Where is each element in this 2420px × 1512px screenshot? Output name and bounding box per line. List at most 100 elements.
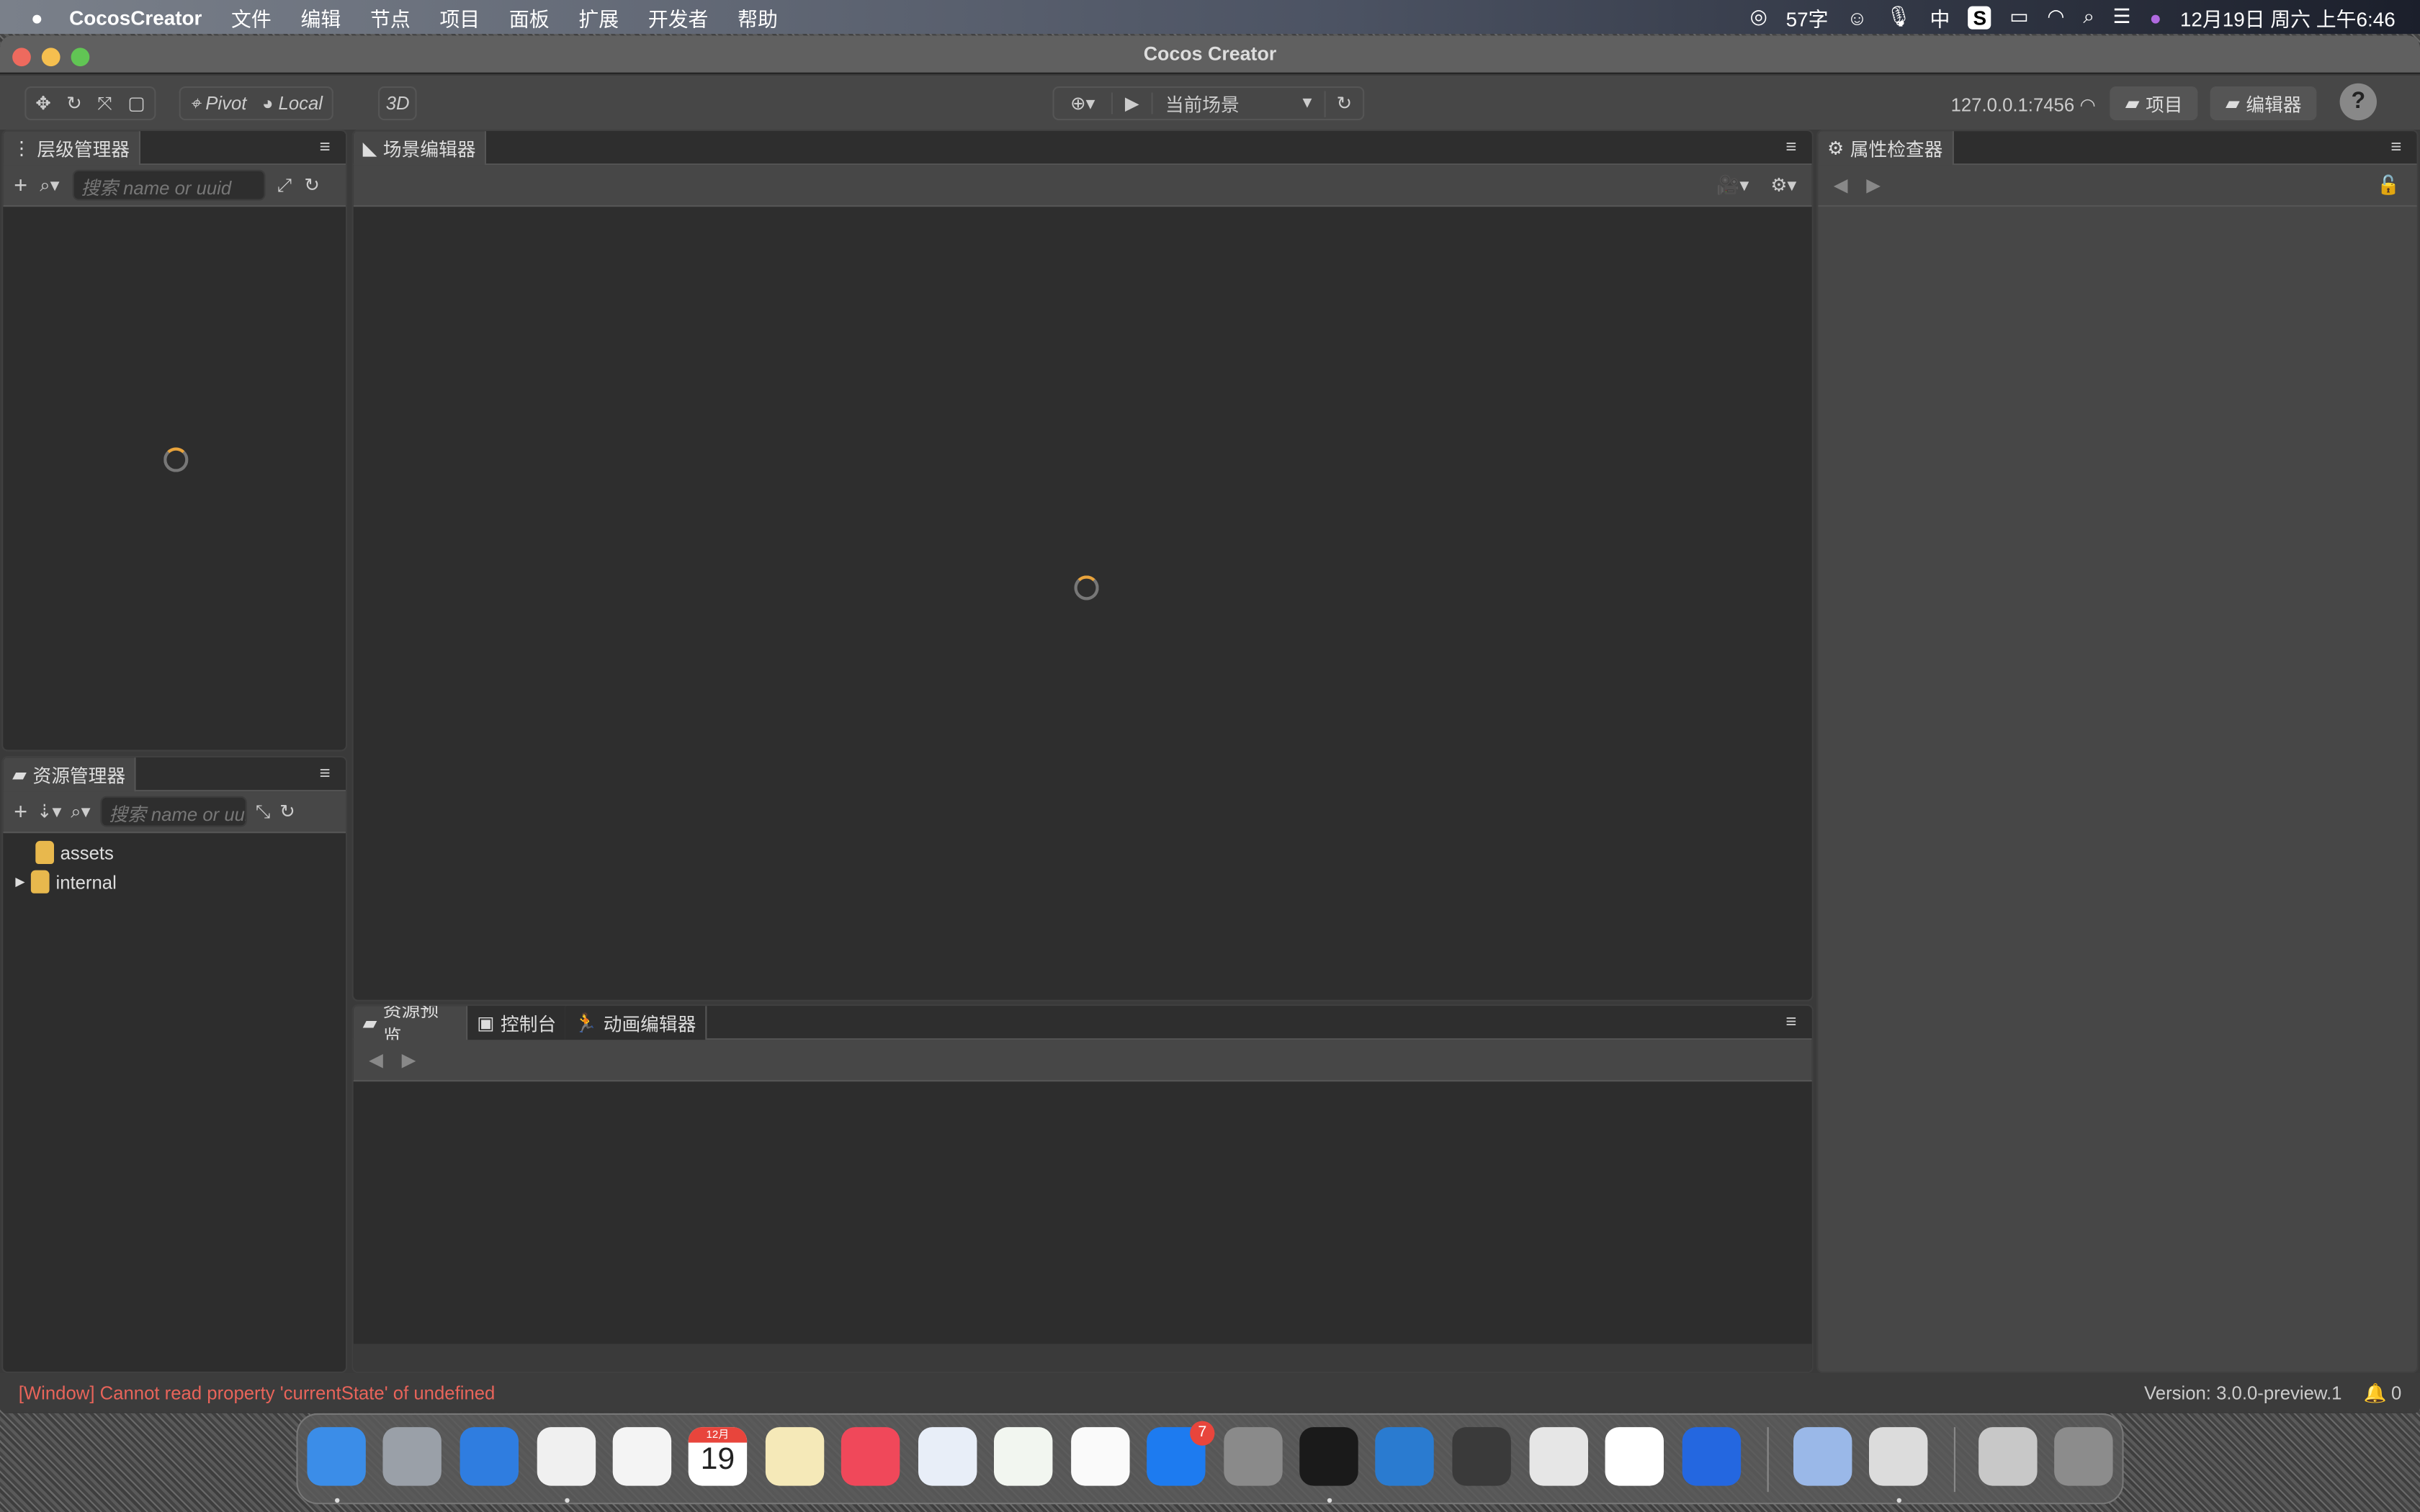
menu-edit[interactable]: 编辑 — [301, 2, 341, 32]
tab-inspector[interactable]: ⚙ 属性检查器 — [1818, 131, 1954, 166]
dock-trash-icon[interactable] — [2054, 1427, 2113, 1486]
search-type-dropdown[interactable]: ⌕▾ — [71, 800, 90, 823]
close-window-button[interactable] — [12, 48, 31, 67]
dock-x-app-icon[interactable] — [1605, 1427, 1664, 1486]
menu-panel[interactable]: 面板 — [509, 2, 550, 32]
menu-app-name[interactable]: CocosCreator — [69, 6, 202, 29]
panel-menu-icon[interactable]: ≡ — [1785, 1011, 1796, 1032]
dock-safari-icon[interactable] — [460, 1427, 519, 1486]
next-arrow-icon[interactable]: ▶ — [402, 1049, 416, 1071]
hierarchy-search-input[interactable]: 搜索 name or uuid — [71, 169, 265, 201]
dock-music-icon[interactable] — [841, 1427, 900, 1486]
local-button[interactable]: ◕ Local — [262, 93, 323, 114]
menu-help[interactable]: 帮助 — [738, 2, 778, 32]
battery-icon[interactable]: ▭ — [2009, 4, 2028, 29]
dock-app-store-icon[interactable]: 7 — [1147, 1421, 1215, 1486]
move-tool-icon[interactable]: ✥ — [35, 93, 51, 114]
pivot-button[interactable]: ⌖ Pivot — [190, 91, 247, 114]
menu-extension[interactable]: 扩展 — [578, 2, 619, 32]
menu-bar: ● CocosCreator 文件 编辑 节点 项目 面板 扩展 开发者 帮助 … — [0, 0, 2420, 35]
rect-tool-icon[interactable]: ▢ — [127, 93, 145, 114]
sort-dropdown[interactable]: ⇣▾ — [37, 801, 61, 822]
dock-system-preferences-icon[interactable] — [1224, 1427, 1283, 1486]
wifi-icon[interactable]: ◠ — [2047, 4, 2064, 29]
dock-finder-icon[interactable] — [307, 1427, 366, 1486]
microphone-icon[interactable]: 🎙 — [1886, 4, 1911, 29]
panel-menu-icon[interactable]: ≡ — [1785, 136, 1796, 158]
tab-hierarchy[interactable]: ⋮ 层级管理器 — [3, 131, 141, 166]
play-button[interactable]: ▶ — [1113, 92, 1153, 114]
tree-item-assets[interactable]: assets — [35, 840, 114, 864]
tab-assets[interactable]: ▰ 资源管理器 — [3, 757, 137, 792]
preview-toolbar: ◀ ▶ — [353, 1040, 1812, 1082]
tab-animation-editor[interactable]: 🏃 动画编辑器 — [565, 1006, 707, 1040]
refresh-button[interactable]: ↻ — [1326, 93, 1363, 114]
add-node-button[interactable]: + — [14, 172, 27, 198]
control-center-icon[interactable]: ☰ — [2113, 4, 2131, 29]
server-address[interactable]: 127.0.0.1:7456 ◠ — [1951, 94, 2096, 116]
dock-proxy-app-icon[interactable] — [1682, 1427, 1742, 1486]
search-type-dropdown[interactable]: ⌕▾ — [40, 174, 59, 197]
console-error-message[interactable]: [Window] Cannot read property 'currentSt… — [19, 1382, 496, 1403]
camera-dropdown-icon[interactable]: 🎥▾ — [1716, 174, 1749, 196]
minimize-window-button[interactable] — [41, 48, 60, 67]
dock-chrome-icon[interactable] — [537, 1427, 596, 1486]
zoom-window-button[interactable] — [71, 48, 90, 67]
help-button[interactable]: ? — [2339, 83, 2377, 121]
dock-terminal-icon[interactable] — [1299, 1427, 1358, 1486]
scene-select[interactable]: 当前场景 ▾ — [1153, 90, 1326, 117]
collapse-icon[interactable]: ⤡ — [256, 800, 271, 823]
dock-vscode-icon[interactable] — [1375, 1427, 1434, 1486]
clock[interactable]: 12月19日 周六 上午6:46 — [2180, 2, 2396, 32]
dock-calendar-icon[interactable]: 12月 19 — [688, 1427, 748, 1486]
siri-icon[interactable]: ● — [2149, 6, 2161, 29]
tab-console[interactable]: ▣ 控制台 — [467, 1006, 568, 1040]
add-asset-button[interactable]: + — [14, 798, 27, 824]
menu-file[interactable]: 文件 — [231, 2, 272, 32]
expand-icon[interactable]: ⤢ — [277, 174, 292, 197]
previous-arrow-icon[interactable]: ◀ — [369, 1049, 383, 1071]
previous-arrow-icon[interactable]: ◀ — [1834, 174, 1848, 196]
open-editor-button[interactable]: ▰ 编辑器 — [2210, 86, 2317, 121]
bell-icon[interactable]: 🔔 — [2363, 1382, 2386, 1403]
dock-keynote-icon[interactable] — [918, 1427, 977, 1486]
panel-menu-icon[interactable]: ≡ — [320, 762, 331, 784]
refresh-icon[interactable]: ↻ — [279, 801, 295, 822]
dock-photos-icon[interactable] — [612, 1427, 672, 1486]
dock-notes-icon[interactable] — [765, 1427, 825, 1486]
panel-menu-icon[interactable]: ≡ — [320, 136, 331, 158]
word-count[interactable]: 57字 — [1786, 2, 1829, 32]
s-app-icon[interactable]: S — [1968, 5, 1991, 29]
refresh-icon[interactable]: ↻ — [304, 174, 320, 196]
dock-numbers-icon[interactable] — [994, 1427, 1053, 1486]
menu-developer[interactable]: 开发者 — [648, 2, 709, 32]
apple-icon[interactable]: ● — [31, 6, 43, 29]
drop-status-icon[interactable]: ◎ — [1750, 4, 1767, 29]
dock-dashboard-drop-icon[interactable] — [1452, 1427, 1511, 1486]
rotate-tool-icon[interactable]: ↻ — [66, 93, 82, 114]
3d-toggle[interactable]: 3D — [378, 86, 418, 121]
dock-photo-stack-icon[interactable] — [1978, 1427, 2038, 1486]
unlock-icon[interactable]: 🔓 — [2377, 174, 2400, 196]
tab-asset-preview[interactable]: ▰ 资源预览 — [353, 1006, 468, 1048]
tree-item-internal[interactable]: ▶ internal — [15, 870, 117, 894]
spotlight-search-icon[interactable]: ⌕ — [2083, 4, 2094, 29]
dock-pages-icon[interactable] — [1071, 1427, 1130, 1486]
settings-dropdown-icon[interactable]: ⚙▾ — [1770, 174, 1796, 196]
scale-tool-icon[interactable]: ⤧ — [97, 91, 112, 114]
menu-node[interactable]: 节点 — [370, 2, 411, 32]
assets-search-input[interactable]: 搜索 name or uuid — [99, 796, 246, 827]
input-method[interactable]: 中 — [1930, 2, 1950, 32]
emoji-icon[interactable]: ☺ — [1847, 6, 1867, 29]
dock-app-box-icon[interactable] — [1529, 1427, 1588, 1486]
dock-launchpad-icon[interactable] — [382, 1427, 442, 1486]
dock-drop-app-icon[interactable] — [1869, 1427, 1928, 1486]
platform-globe-dropdown[interactable]: ⊕▾ — [1054, 92, 1113, 114]
tab-scene[interactable]: ◣ 场景编辑器 — [353, 131, 487, 166]
open-project-button[interactable]: ▰ 项目 — [2110, 86, 2198, 121]
next-arrow-icon[interactable]: ▶ — [1866, 174, 1881, 196]
dock-preview-icon[interactable] — [1793, 1427, 1852, 1486]
expand-arrow-icon[interactable]: ▶ — [15, 875, 24, 888]
menu-project[interactable]: 项目 — [439, 2, 480, 32]
panel-menu-icon[interactable]: ≡ — [2390, 136, 2401, 158]
